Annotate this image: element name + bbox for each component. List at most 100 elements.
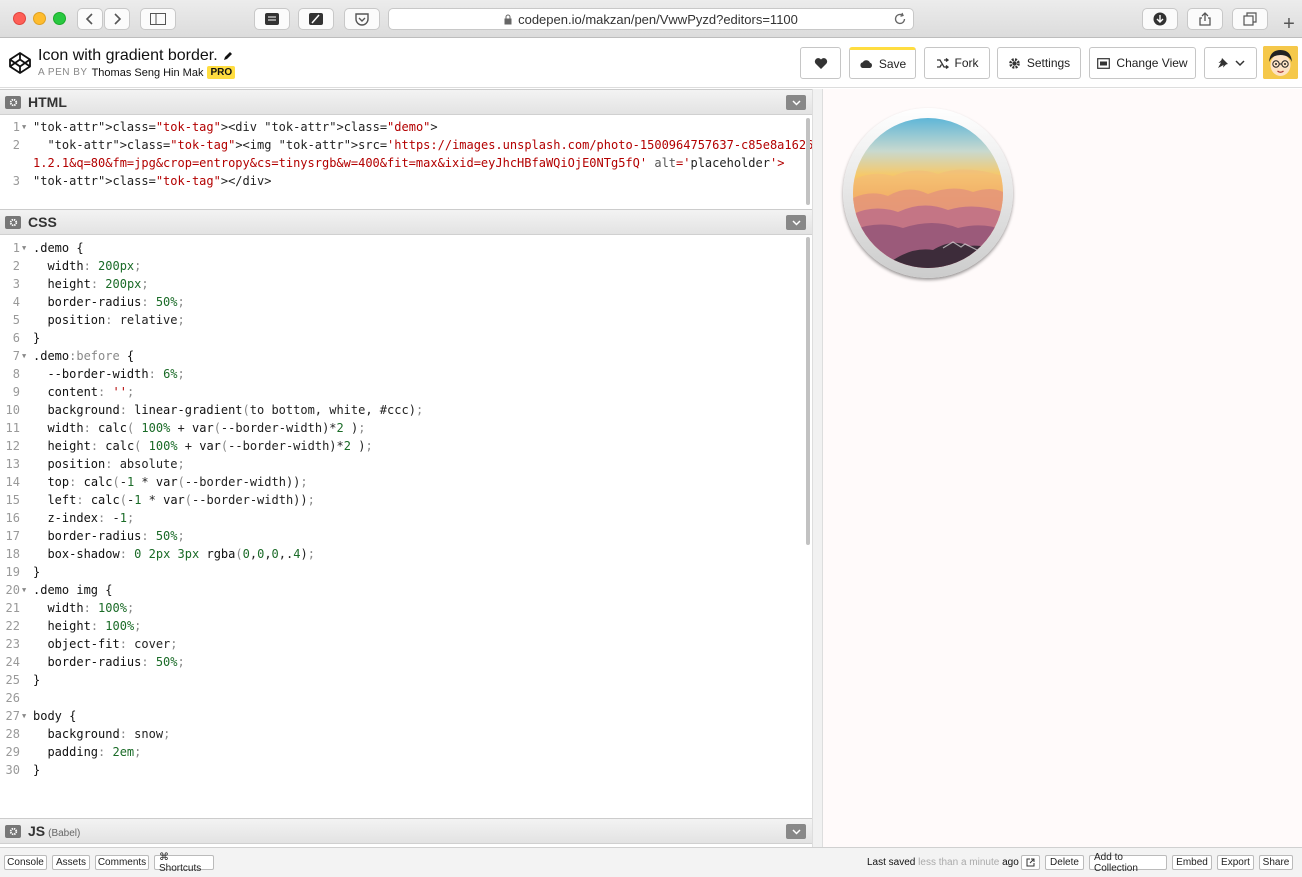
- line-number: 6: [12, 331, 20, 345]
- code-line: border-radius: 50%;: [47, 529, 185, 543]
- code-line: body {: [33, 709, 77, 723]
- chevron-right-icon: [114, 13, 122, 25]
- code-line: position: absolute;: [47, 457, 185, 471]
- close-window-button[interactable]: [13, 12, 26, 25]
- address-bar[interactable]: codepen.io/makzan/pen/VwwPyzd?editors=11…: [388, 8, 914, 30]
- love-button[interactable]: [800, 47, 841, 79]
- code-line: z-index: -1;: [47, 511, 135, 525]
- code-line: .demo img {: [33, 583, 113, 597]
- gear-icon: [1009, 57, 1020, 69]
- zoom-window-button[interactable]: [53, 12, 66, 25]
- embed-button[interactable]: Embed: [1172, 855, 1212, 870]
- fold-arrow-icon[interactable]: ▼: [22, 581, 26, 599]
- pencil-edit-icon[interactable]: [223, 51, 233, 61]
- chevron-down-icon: [1234, 59, 1245, 66]
- heart-icon: [814, 57, 827, 69]
- add-to-collection-button[interactable]: Add to Collection: [1089, 852, 1167, 874]
- pocket-icon: [355, 13, 369, 26]
- settings-label: Settings: [1026, 56, 1071, 70]
- forward-button[interactable]: [104, 8, 130, 30]
- author-link[interactable]: Thomas Seng Hin Mak: [92, 67, 204, 79]
- pro-badge[interactable]: PRO: [207, 66, 236, 79]
- downloads-button[interactable]: [1142, 8, 1178, 30]
- css-code-editor[interactable]: 1 ▼ .demo {2 width: 200px; 3 height: 200px;…: [0, 239, 808, 819]
- line-number: 14: [5, 475, 20, 489]
- pen-extension-button[interactable]: [298, 8, 334, 30]
- code-line: "tok-attr">class="tok-tag"><div "tok-att…: [33, 120, 438, 134]
- line-number: 30: [5, 763, 20, 777]
- js-collapse-chevron-icon[interactable]: [786, 824, 806, 839]
- html-scrollbar[interactable]: [806, 118, 810, 205]
- code-line: padding: 2em;: [47, 745, 142, 759]
- line-number: 24: [5, 655, 20, 669]
- js-preprocessor-label: (Babel): [48, 828, 81, 839]
- line-number: 2: [12, 138, 20, 152]
- code-line: height: 200px;: [47, 277, 149, 291]
- css-settings-gear-icon[interactable]: [5, 216, 21, 229]
- line-number: 3: [12, 277, 20, 291]
- user-avatar[interactable]: [1263, 46, 1298, 79]
- html-collapse-chevron-icon[interactable]: [786, 95, 806, 110]
- code-line: width: 200px;: [47, 259, 142, 273]
- avatar-face-icon: [1263, 46, 1298, 79]
- editor-column: HTML 1 ▼ "tok-attr">class="tok-tag"><div "…: [0, 89, 900, 847]
- fork-label: Fork: [954, 56, 979, 70]
- change-view-button[interactable]: Change View: [1089, 47, 1196, 79]
- line-number: 7: [12, 349, 20, 363]
- editor-preview-resizer[interactable]: [812, 89, 823, 847]
- code-line: object-fit: cover;: [47, 637, 178, 651]
- code-line: }: [33, 673, 41, 687]
- fork-button[interactable]: Fork: [924, 47, 990, 79]
- delete-button[interactable]: Delete: [1045, 855, 1084, 870]
- save-button[interactable]: Save: [849, 47, 916, 79]
- reload-icon[interactable]: [893, 12, 907, 26]
- code-line: width: 100%;: [47, 601, 135, 615]
- reader-extension-button[interactable]: [254, 8, 290, 30]
- open-external-button[interactable]: [1021, 855, 1040, 870]
- sidebar-toggle-button[interactable]: [140, 8, 176, 30]
- code-line: .demo:before {: [33, 349, 135, 363]
- fold-arrow-icon[interactable]: ▼: [22, 239, 26, 257]
- line-number: 17: [5, 529, 20, 543]
- line-number: 29: [5, 745, 20, 759]
- export-button[interactable]: Export: [1217, 855, 1254, 870]
- comments-button[interactable]: Comments: [95, 855, 149, 870]
- quill-icon: [309, 13, 323, 25]
- html-code-editor[interactable]: 1 ▼ "tok-attr">class="tok-tag"><div "tok-a…: [0, 118, 900, 208]
- line-number: 22: [5, 619, 20, 633]
- codepen-logo-icon[interactable]: [8, 51, 32, 75]
- css-panel-header[interactable]: CSS: [0, 209, 812, 235]
- assets-button[interactable]: Assets: [52, 855, 90, 870]
- pin-menu-button[interactable]: [1204, 47, 1257, 79]
- shortcuts-button[interactable]: ⌘ Shortcuts: [154, 852, 214, 874]
- back-button[interactable]: [77, 8, 103, 30]
- fold-arrow-icon[interactable]: ▼: [22, 347, 26, 365]
- html-panel-header[interactable]: HTML: [0, 89, 812, 115]
- js-settings-gear-icon[interactable]: [5, 825, 21, 838]
- fold-arrow-icon[interactable]: ▼: [22, 707, 26, 725]
- code-line: box-shadow: 0 2px 3px rgba(0,0,0,.4);: [47, 547, 315, 561]
- share-button[interactable]: [1187, 8, 1223, 30]
- pen-title[interactable]: Icon with gradient border.: [38, 47, 233, 65]
- html-settings-gear-icon[interactable]: [5, 96, 21, 109]
- fold-arrow-icon[interactable]: ▼: [22, 118, 26, 136]
- line-number: 2: [12, 259, 20, 273]
- settings-button[interactable]: Settings: [997, 47, 1081, 79]
- code-line: content: '';: [47, 385, 135, 399]
- last-saved-time: less than a minute: [918, 857, 1000, 868]
- share-pen-button[interactable]: Share: [1259, 855, 1293, 870]
- line-number: 27: [5, 709, 20, 723]
- pen-by-label: A PEN BY: [38, 67, 88, 78]
- tab-overview-button[interactable]: [1232, 8, 1268, 30]
- minimize-window-button[interactable]: [33, 12, 46, 25]
- js-panel-header[interactable]: JS (Babel): [0, 818, 812, 844]
- code-line: "tok-attr">class="tok-tag"></div>: [33, 174, 272, 188]
- download-icon: [1153, 12, 1167, 26]
- js-panel-title: JS (Babel): [28, 823, 80, 839]
- sidebar-icon: [150, 13, 166, 25]
- new-tab-button[interactable]: +: [1279, 14, 1299, 36]
- console-button[interactable]: Console: [4, 855, 47, 870]
- css-scrollbar[interactable]: [806, 237, 810, 545]
- pocket-button[interactable]: [344, 8, 380, 30]
- css-collapse-chevron-icon[interactable]: [786, 215, 806, 230]
